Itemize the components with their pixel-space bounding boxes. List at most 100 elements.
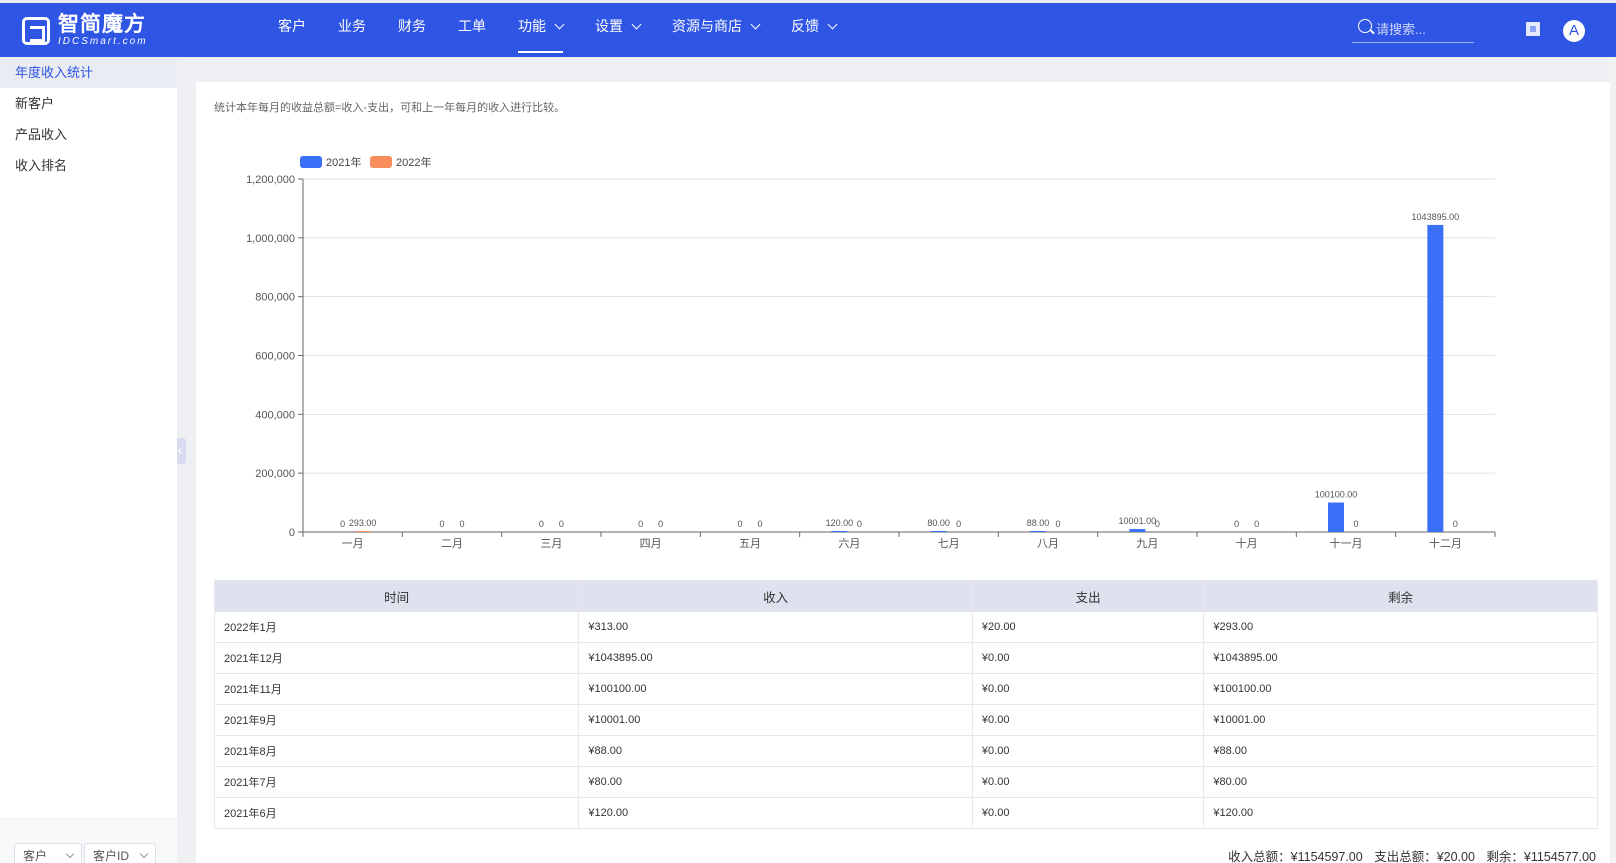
data-label: 0 [340,519,345,529]
logo-subtitle: IDCSmart.com [58,36,148,47]
y-tick-label: 600,000 [255,351,295,363]
table-row: 2021年7月 ¥80.00 ¥0.00 ¥80.00 [213,766,1598,798]
table-header-row: 时间 收入 支出 剩余 [213,580,1598,612]
data-label: 0 [1234,519,1239,529]
table-row: 2021年6月 ¥120.00 ¥0.00 ¥120.00 [213,797,1598,829]
x-tick-label: 一月 [342,538,364,550]
bar-2021年-八月 [1030,531,1046,532]
table-header-cell[interactable]: 支出 [971,580,1205,612]
x-tick-label: 十月 [1236,536,1258,550]
nav-item-1[interactable]: 业务 [322,3,382,57]
page-scrollbar[interactable] [1610,57,1616,863]
sidebar-item-1[interactable]: 新客户 [0,88,177,119]
revenue-bar-chart: 0 200,000 400,000 600,000 800,000 1,000,000 1,… [246,155,1496,550]
data-label: 0 [757,519,762,529]
data-label: 120.00 [826,518,854,528]
legend-label: 2021年 [326,155,361,169]
table-cell: ¥1043895.00 [1203,642,1598,674]
search-box[interactable] [1352,16,1474,43]
table-cell: ¥0.00 [971,642,1205,674]
nav-item-label: 工单 [458,18,486,34]
legend-swatch [370,156,392,168]
sidebar-collapse-handle[interactable] [177,438,186,464]
table-cell: ¥10001.00 [1203,704,1598,736]
table-cell: 2021年7月 [213,766,580,798]
user-avatar[interactable]: A [1563,20,1585,42]
data-label: 0 [1055,519,1060,529]
x-tick-label: 五月 [739,538,761,550]
y-tick-label: 1,200,000 [246,174,295,186]
x-tick-label: 九月 [1136,537,1158,550]
table-cell: 2021年12月 [213,642,580,674]
main-nav: 客户 业务 财务 工单 功能 设置 资源与商店 反馈 [262,3,852,57]
customer-select-value: 客户 [23,849,48,863]
data-label: 0 [658,519,663,529]
table-header-cell[interactable]: 剩余 [1203,580,1598,612]
revenue-table: 时间 收入 支出 剩余 2022年1月 ¥313.00 ¥20.00 ¥293.00 2021… [213,580,1598,829]
customer-select[interactable]: 客户 [14,843,82,863]
table-header-cell[interactable]: 收入 [578,580,973,612]
table-header-cell[interactable]: 时间 [213,580,580,612]
logo[interactable]: 智简魔方 IDCSmart.com [22,14,148,47]
data-label: 88.00 [1027,518,1050,528]
x-tick-label: 三月 [540,538,562,550]
nav-item-0[interactable]: 客户 [262,3,322,57]
main-card: 统计本年每月的收益总额=收入-支出，可和上一年每月的收入进行比较。 0 200,0… [196,82,1616,863]
table-cell: ¥10001.00 [578,704,973,736]
table-cell: ¥0.00 [971,735,1205,767]
nav-item-label: 财务 [398,18,426,34]
nav-item-label: 设置 [595,18,623,34]
nav-item-7[interactable]: 反馈 [775,3,852,57]
customer-id-select-value: 客户ID [93,849,130,863]
search-input[interactable] [1376,16,1472,42]
nav-item-2[interactable]: 财务 [382,3,442,57]
chevron-down-icon [554,19,565,30]
data-label: 0 [559,519,564,529]
nav-item-label: 客户 [278,18,306,34]
table-cell: ¥100100.00 [578,673,973,705]
x-tick-label: 四月 [640,538,662,550]
data-label: 1043895.00 [1412,212,1460,222]
table-cell: 2021年9月 [213,704,580,736]
bar-2021年-六月 [831,531,848,532]
table-cell: ¥20.00 [971,611,1205,643]
sidebar: 年度收入统计 新客户 产品收入 收入排名 客户 客户ID [0,57,177,863]
sidebar-item-0[interactable]: 年度收入统计 [0,57,177,88]
search-icon[interactable] [1358,19,1372,33]
nav-item-5[interactable]: 设置 [579,3,656,57]
data-label: 0 [1353,519,1358,529]
data-label: 0 [439,519,444,529]
data-label: 293.00 [349,518,377,528]
customer-id-select[interactable]: 客户ID [84,843,156,863]
chevron-down-icon [827,19,838,30]
sidebar-item-3[interactable]: 收入排名 [0,150,177,181]
x-tick-label: 二月 [441,538,463,550]
data-label: 0 [1155,519,1160,529]
x-tick-label: 十二月 [1429,536,1462,550]
nav-item-label: 业务 [338,18,366,34]
page-description: 统计本年每月的收益总额=收入-支出，可和上一年每月的收入进行比较。 [214,102,566,114]
table-row: 2021年8月 ¥88.00 ¥0.00 ¥88.00 [213,735,1598,767]
nav-item-label: 反馈 [791,18,819,34]
data-label: 0 [737,519,742,529]
sidebar-item-2[interactable]: 产品收入 [0,119,177,150]
logo-title: 智简魔方 [58,13,146,36]
table-row: 2021年12月 ¥1043895.00 ¥0.00 ¥1043895.00 [213,642,1598,674]
table-row: 2021年9月 ¥10001.00 ¥0.00 ¥10001.00 [213,704,1598,736]
nav-item-6[interactable]: 资源与商店 [656,3,775,57]
language-flag-icon[interactable] [1526,22,1540,36]
x-tick-label: 六月 [838,537,860,550]
logo-text: 智简魔方 IDCSmart.com [58,14,148,47]
table-cell: ¥80.00 [578,766,973,798]
bar-2021年-七月 [930,531,947,532]
chevron-down-icon [631,19,642,30]
data-label: 0 [459,519,464,529]
nav-item-3[interactable]: 工单 [442,3,502,57]
table-cell: ¥100100.00 [1203,673,1598,705]
x-tick-label: 八月 [1037,538,1059,550]
y-tick-label: 200,000 [255,468,295,480]
data-label: 100100.00 [1315,490,1358,500]
bar-2021年-九月 [1129,529,1146,532]
table-row: 2021年11月 ¥100100.00 ¥0.00 ¥100100.00 [213,673,1598,705]
nav-item-4[interactable]: 功能 [502,3,579,57]
